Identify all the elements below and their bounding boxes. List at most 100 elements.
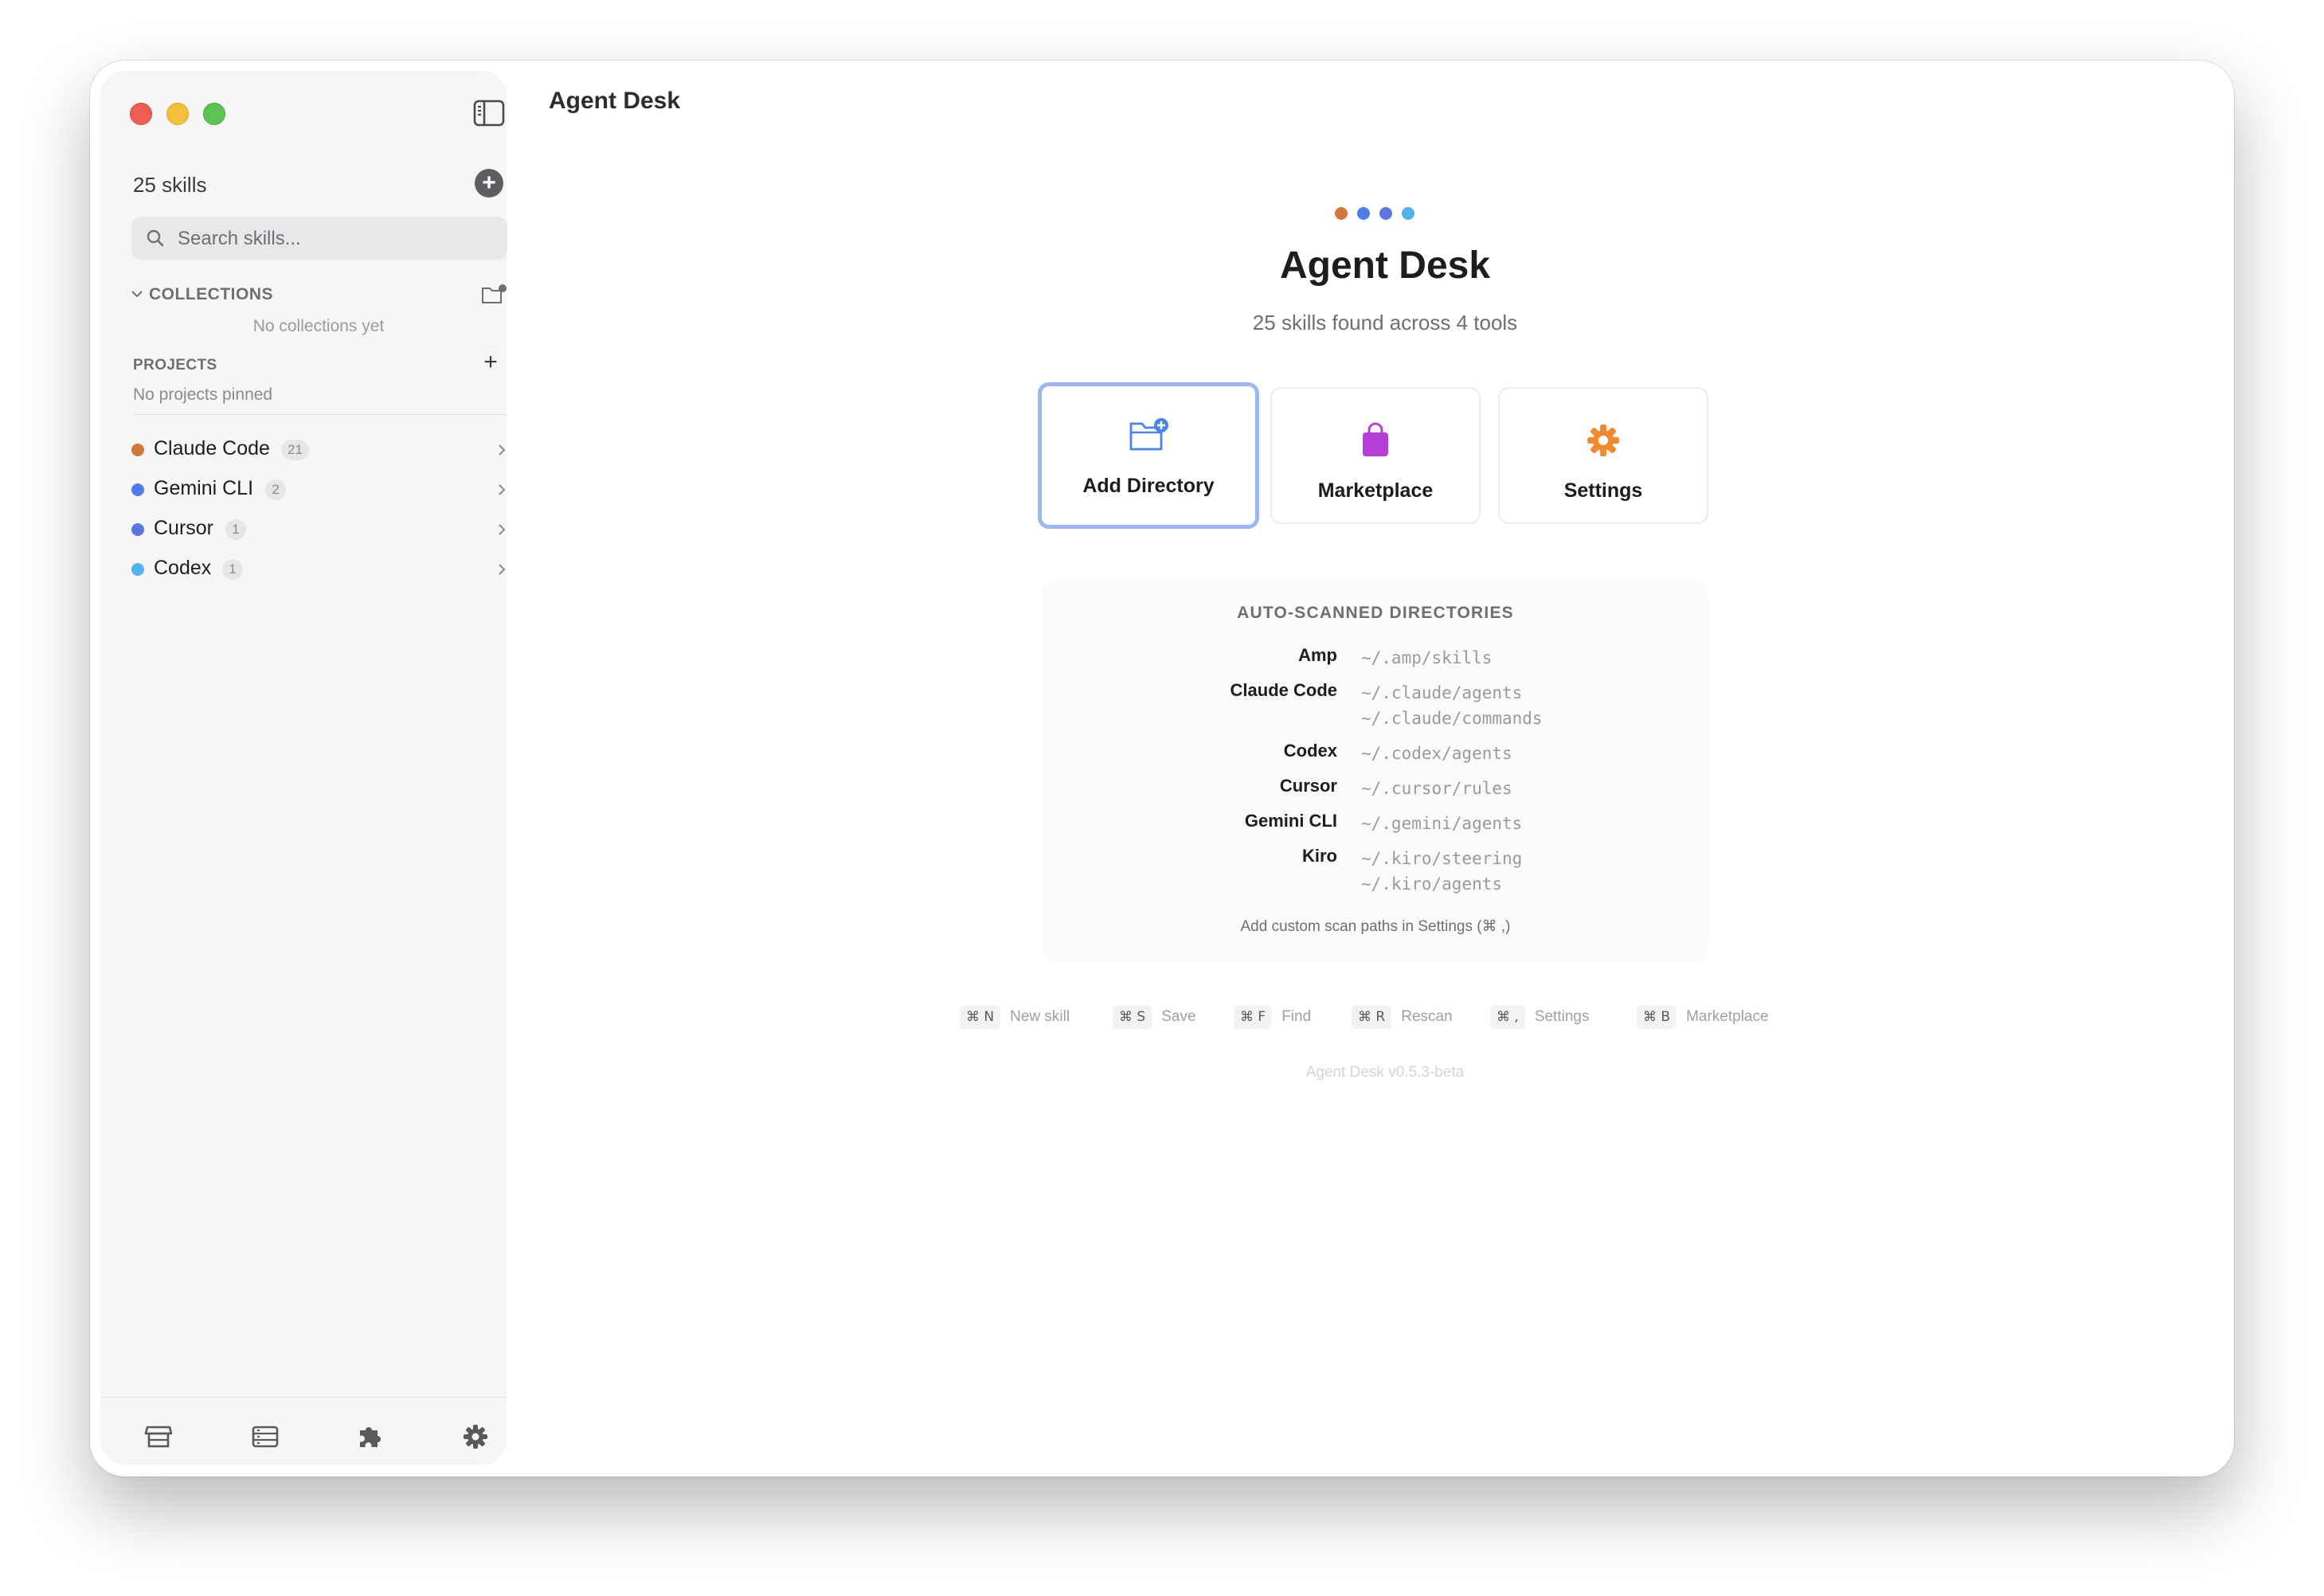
tool-item-cursor[interactable]: Cursor 1 [130, 510, 512, 550]
chevron-right-icon [499, 484, 506, 495]
hero-subtitle: 25 skills found across 4 tools [1252, 311, 1518, 334]
scan-tool-name: Claude Code [1230, 680, 1337, 700]
scan-path: ~/.codex/agents [1361, 744, 1512, 763]
list-icon[interactable] [249, 1421, 281, 1453]
tool-dot [1402, 207, 1414, 220]
tool-color-dot [131, 563, 144, 576]
projects-title: PROJECTS [133, 357, 217, 374]
folder-plus-icon [1129, 418, 1168, 451]
chevron-right-icon [499, 444, 506, 456]
tool-dot [1379, 207, 1392, 220]
scan-path: ~/.claude/agents [1361, 683, 1523, 702]
add-directory-label: Add Directory [1082, 475, 1215, 497]
new-collection-folder-icon[interactable] [480, 284, 507, 306]
tool-count-badge: 1 [225, 519, 246, 540]
tool-dot [1357, 207, 1370, 220]
shortcut-keys: ⌘ B [1637, 1005, 1677, 1029]
add-directory-button[interactable]: Add Directory [1038, 382, 1259, 529]
search-icon [147, 229, 164, 247]
tool-name: Gemini CLI [154, 477, 254, 499]
shortcut-label: Find [1281, 1008, 1312, 1025]
settings-button[interactable]: Settings [1498, 387, 1708, 524]
shortcut-label: Marketplace [1686, 1008, 1769, 1025]
add-skill-button[interactable]: + [475, 169, 503, 198]
tool-color-dot [131, 444, 144, 456]
search-input[interactable] [176, 223, 498, 255]
search-box[interactable] [131, 217, 507, 260]
chevron-right-icon [499, 524, 506, 535]
puzzle-icon[interactable] [354, 1421, 386, 1453]
gear-icon [1587, 424, 1619, 456]
scan-footnote: Add custom scan paths in Settings (⌘ ,) [1240, 918, 1511, 935]
shortcut-keys: ⌘ S [1113, 1005, 1152, 1029]
shortcut-marketplace: ⌘ B Marketplace [1637, 1005, 1769, 1031]
shortcut-find: ⌘ F Find [1234, 1005, 1311, 1031]
collections-empty-text: No collections yet [252, 317, 385, 335]
scan-tool-name: Amp [1298, 645, 1337, 665]
projects-empty-text: No projects pinned [133, 385, 273, 404]
tool-item-gemini-cli[interactable]: Gemini CLI 2 [130, 470, 512, 510]
tool-name: Cursor [154, 517, 214, 539]
gear-icon[interactable] [460, 1421, 491, 1453]
app-window: 25 skills + COLLECTIONS No collections y… [90, 61, 2234, 1477]
scan-tool-name: Cursor [1279, 776, 1337, 796]
scan-path: ~/.claude/commands [1361, 709, 1543, 728]
scan-path: ~/.amp/skills [1361, 648, 1493, 667]
scan-path: ~/.kiro/agents [1361, 874, 1503, 894]
sidebar-toggle-icon[interactable] [473, 100, 505, 127]
shortcut-label: Rescan [1401, 1008, 1453, 1025]
store-icon[interactable] [143, 1421, 174, 1453]
sidebar: 25 skills + COLLECTIONS No collections y… [101, 72, 507, 1464]
auto-scanned-directories-panel: AUTO-SCANNED DIRECTORIES Amp ~/.amp/skil… [1043, 580, 1708, 962]
tool-item-claude-code[interactable]: Claude Code 21 [130, 430, 512, 470]
marketplace-label: Marketplace [1317, 479, 1434, 502]
scan-path: ~/.cursor/rules [1361, 779, 1512, 798]
scan-tool-name: Kiro [1302, 846, 1337, 866]
tool-name: Claude Code [154, 437, 270, 460]
zoom-window-button[interactable] [203, 103, 225, 125]
scan-tool-name: Codex [1283, 741, 1337, 761]
shortcut-keys: ⌘ R [1352, 1005, 1392, 1029]
tool-count-badge: 2 [265, 479, 286, 500]
shortcut-label: Save [1161, 1008, 1196, 1025]
shortcut-label: New skill [1010, 1008, 1070, 1025]
marketplace-button[interactable]: Marketplace [1270, 387, 1481, 524]
add-project-button[interactable]: + [479, 349, 503, 376]
shortcut-keys: ⌘ N [960, 1005, 1001, 1029]
tool-count-badge: 21 [281, 440, 309, 460]
chevron-right-icon [499, 564, 506, 575]
tool-dots [1335, 207, 1446, 223]
tool-list: Claude Code 21 Gemini CLI 2 Cursor 1 Cod… [130, 430, 512, 589]
minimize-window-button[interactable] [166, 103, 189, 125]
shortcut-settings: ⌘ , Settings [1490, 1005, 1589, 1031]
tool-dot [1335, 207, 1348, 220]
tool-name: Codex [154, 557, 212, 579]
app-title: Agent Desk [549, 88, 681, 114]
tool-color-dot [131, 523, 144, 536]
hero-title: Agent Desk [1279, 244, 1491, 287]
scan-path: ~/.gemini/agents [1361, 814, 1523, 833]
tool-color-dot [131, 483, 144, 496]
chevron-down-icon [131, 291, 143, 298]
scan-title: AUTO-SCANNED DIRECTORIES [1237, 604, 1514, 622]
shortcut-label: Settings [1534, 1008, 1590, 1025]
shopping-bag-icon [1363, 422, 1388, 456]
keyboard-shortcuts: ⌘ N New skill ⌘ S Save ⌘ F Find ⌘ R Rescan ⌘… [960, 1005, 1820, 1037]
tool-item-codex[interactable]: Codex 1 [130, 550, 512, 589]
close-window-button[interactable] [130, 103, 152, 125]
shortcut-keys: ⌘ , [1490, 1005, 1525, 1029]
shortcut-save: ⌘ S Save [1113, 1005, 1196, 1031]
collections-header[interactable]: COLLECTIONS [130, 282, 507, 309]
footer-divider [101, 1397, 506, 1398]
collections-title: COLLECTIONS [149, 285, 273, 303]
scan-path: ~/.kiro/steering [1361, 849, 1523, 868]
divider [133, 414, 507, 415]
scan-tool-name: Gemini CLI [1244, 811, 1337, 831]
version-label: Agent Desk v0.5.3-beta [1305, 1064, 1465, 1081]
shortcut-new-skill: ⌘ N New skill [960, 1005, 1070, 1031]
skills-count: 25 skills [133, 173, 207, 197]
shortcut-keys: ⌘ F [1234, 1005, 1273, 1029]
settings-label: Settings [1563, 479, 1643, 502]
tool-count-badge: 1 [222, 559, 243, 580]
shortcut-rescan: ⌘ R Rescan [1352, 1005, 1453, 1031]
